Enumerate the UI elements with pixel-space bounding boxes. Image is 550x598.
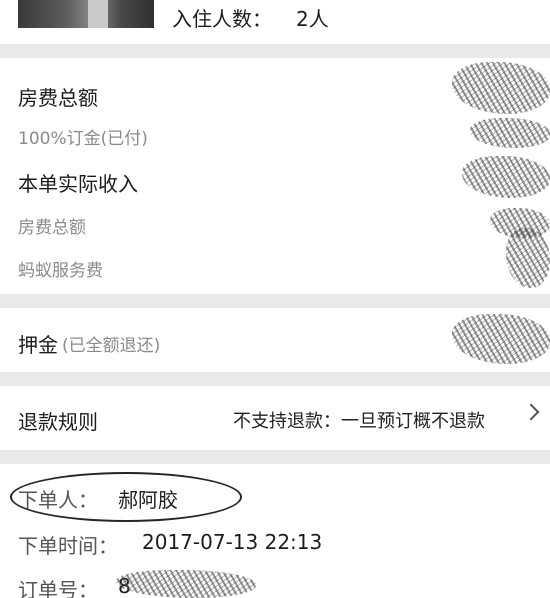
deposit-label: 押金 (18, 333, 58, 357)
section-divider (0, 44, 550, 58)
deposit-card: 押金 (已全额退还) (0, 308, 550, 372)
deposit-percent-label: 100%订金(已付) (18, 129, 148, 149)
room-total-sub-label: 房费总额 (18, 218, 86, 238)
section-divider (0, 294, 550, 308)
redacted-amount (506, 228, 550, 288)
guest-info-card: 入住人数： 2人 (0, 0, 550, 44)
fees-card: 房费总额 100%订金(已付) 本单实际收入 房费总额 蚂蚁服务费 (0, 58, 550, 294)
section-divider (0, 372, 550, 386)
room-total-label: 房费总额 (18, 86, 98, 110)
service-fee-label: 蚂蚁服务费 (18, 261, 103, 281)
redacted-amount (470, 118, 550, 148)
redacted-amount (462, 156, 550, 198)
guest-count-value: 2人 (296, 7, 329, 31)
redacted-amount (452, 62, 550, 114)
refund-rule-value: 不支持退款：一旦预订概不退款 (233, 411, 485, 432)
order-time-value: 2017-07-13 22:13 (142, 530, 323, 554)
order-time-label: 下单时间： (18, 534, 118, 558)
guest-count-label: 入住人数： (172, 7, 272, 31)
room-thumbnail (18, 0, 154, 28)
section-divider (0, 450, 550, 464)
refund-rule-row[interactable]: 退款规则 不支持退款：一旦预订概不退款 (0, 386, 550, 450)
refund-rule-label: 退款规则 (18, 410, 98, 434)
highlight-ellipse (10, 472, 242, 522)
order-number-label: 订单号： (18, 578, 98, 598)
actual-income-label: 本单实际收入 (18, 172, 138, 196)
redacted-amount (452, 314, 550, 364)
deposit-status: (已全额退还) (62, 336, 161, 356)
redacted-order-number (116, 570, 256, 598)
